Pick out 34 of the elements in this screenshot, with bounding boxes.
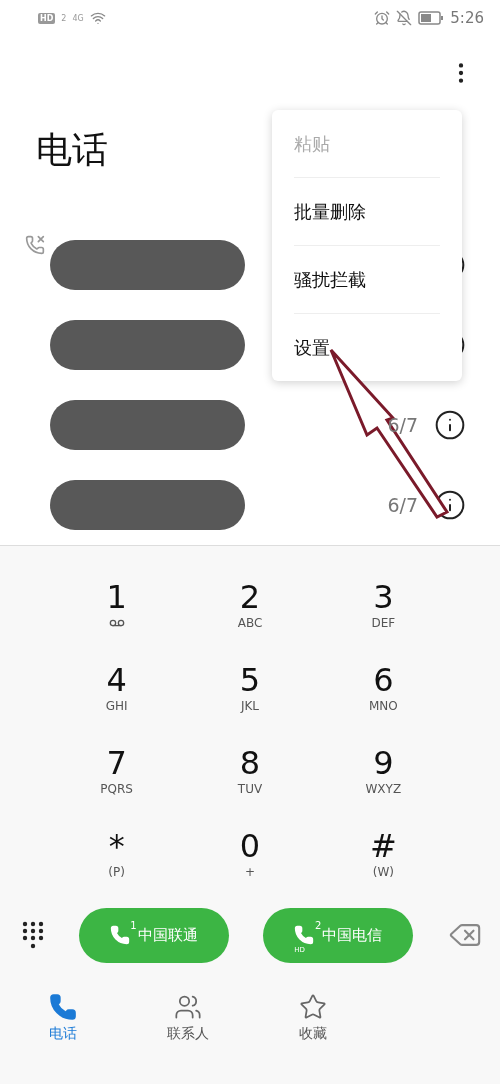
dial-key[interactable]: 1 — [50, 564, 184, 647]
phone-icon — [48, 992, 77, 1021]
dial-key[interactable]: 8 TUV — [183, 730, 317, 813]
dial-key[interactable]: * (P) — [50, 813, 184, 896]
dial-key[interactable]: 9 WXYZ — [316, 730, 450, 813]
status-time: 5:26 — [450, 9, 484, 27]
wifi-icon — [89, 10, 106, 26]
hd-badge: HD — [38, 12, 56, 24]
bell-off-icon — [396, 10, 413, 26]
dial-key[interactable]: 7 PQRS — [50, 730, 184, 813]
call-date: 6/7 — [387, 494, 418, 516]
phone-icon — [109, 925, 130, 945]
phone-icon — [294, 925, 315, 945]
dial-key[interactable]: 5 JKL — [183, 647, 317, 730]
alarm-icon — [374, 10, 391, 26]
info-icon[interactable] — [434, 409, 466, 441]
dial-key[interactable]: 3 DEF — [316, 564, 450, 647]
menu-item[interactable]: 设置 — [294, 314, 440, 381]
nav-tab[interactable]: 联系人 — [125, 970, 250, 1065]
menu-item[interactable]: 骚扰拦截 — [294, 246, 440, 314]
nav-tab[interactable]: 电话 — [0, 970, 125, 1065]
dial-key[interactable]: 6 MNO — [316, 647, 450, 730]
menu-item[interactable]: 批量删除 — [294, 178, 440, 246]
star-icon — [298, 992, 327, 1021]
dial-key[interactable]: 0 + — [183, 813, 317, 896]
battery-icon — [418, 11, 445, 25]
network-label: 4G — [72, 13, 84, 23]
page-title: 电话 — [36, 127, 108, 172]
nav-tab[interactable]: 收藏 — [250, 970, 375, 1065]
dial-key[interactable]: # (W) — [316, 813, 450, 896]
dial-key[interactable]: 2 ABC — [183, 564, 317, 647]
dialpad-icon[interactable] — [22, 921, 44, 949]
dial-key[interactable]: 4 GHI — [50, 647, 184, 730]
sim-slot-label: 2 — [61, 13, 67, 23]
